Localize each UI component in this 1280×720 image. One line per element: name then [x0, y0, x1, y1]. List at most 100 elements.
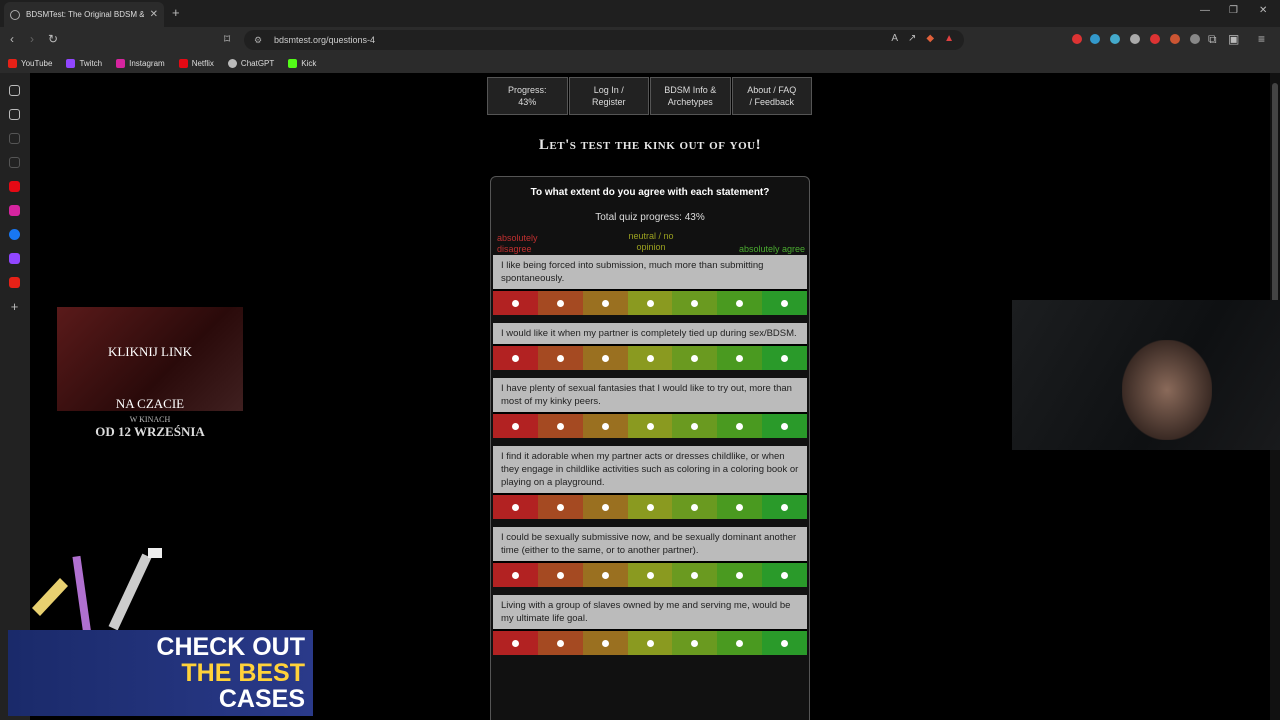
answer-option-3[interactable]: [582, 631, 628, 655]
share-icon[interactable]: ↗: [908, 33, 916, 44]
answer-option-7[interactable]: [762, 414, 808, 438]
history-icon[interactable]: [9, 157, 20, 168]
nav-progress[interactable]: Progress: 43%: [487, 77, 568, 115]
radio-dot-icon: [556, 422, 564, 430]
add-panel-icon[interactable]: +: [9, 300, 20, 313]
sidebar-toggle-icon[interactable]: ▣: [1228, 32, 1239, 46]
extension-icon[interactable]: [1072, 34, 1082, 44]
answer-option-3[interactable]: [582, 414, 628, 438]
bookmark-instagram[interactable]: Instagram: [116, 58, 165, 68]
answer-option-7[interactable]: [762, 631, 808, 655]
answer-option-7[interactable]: [762, 563, 808, 587]
close-window-icon[interactable]: ✕: [1259, 5, 1267, 16]
answer-option-3[interactable]: [582, 291, 628, 315]
answer-option-4[interactable]: [627, 495, 673, 519]
menu-icon[interactable]: ≡: [1258, 32, 1265, 46]
bookmark-netflix[interactable]: Netflix: [178, 58, 214, 68]
answer-option-5[interactable]: [672, 291, 718, 315]
answer-option-3[interactable]: [582, 346, 628, 370]
extensions-icon[interactable]: ⧉: [1208, 32, 1217, 47]
webcam-overlay: [1012, 300, 1280, 450]
statement-text: I find it adorable when my partner acts …: [493, 446, 807, 493]
answer-option-1[interactable]: [493, 495, 538, 519]
new-tab-icon[interactable]: +: [172, 5, 180, 20]
answer-option-5[interactable]: [672, 631, 718, 655]
radio-dot-icon: [556, 354, 564, 362]
brave-shield-icon[interactable]: ◆: [926, 33, 934, 44]
answer-option-2[interactable]: [537, 631, 583, 655]
answer-option-4[interactable]: [627, 291, 673, 315]
answer-option-6[interactable]: [717, 291, 763, 315]
answer-option-4[interactable]: [627, 346, 673, 370]
answer-option-6[interactable]: [717, 631, 763, 655]
answer-option-6[interactable]: [717, 563, 763, 587]
forward-icon[interactable]: ›: [30, 32, 34, 46]
answer-option-1[interactable]: [493, 563, 538, 587]
extension-icon[interactable]: [1110, 34, 1120, 44]
netflix-icon: [178, 58, 188, 68]
answer-option-2[interactable]: [537, 495, 583, 519]
nav-login-register[interactable]: Log In / Register: [568, 77, 649, 115]
answer-option-5[interactable]: [672, 346, 718, 370]
extension-icon[interactable]: [1190, 34, 1200, 44]
answer-option-5[interactable]: [672, 563, 718, 587]
instagram-icon[interactable]: [9, 205, 20, 216]
close-tab-icon[interactable]: ✕: [150, 9, 158, 20]
answer-option-3[interactable]: [582, 563, 628, 587]
statement-text: I like being forced into submission, muc…: [493, 255, 807, 289]
answer-option-5[interactable]: [672, 495, 718, 519]
twitch-icon[interactable]: [9, 253, 20, 264]
answer-option-1[interactable]: [493, 291, 538, 315]
reload-icon[interactable]: ↻: [48, 32, 58, 46]
back-icon[interactable]: ‹: [10, 32, 14, 46]
answer-option-4[interactable]: [627, 631, 673, 655]
brave-rewards-icon[interactable]: ▲: [944, 33, 954, 44]
statement-text: I could be sexually submissive now, and …: [493, 527, 807, 561]
radio-dot-icon: [781, 422, 789, 430]
radio-dot-icon: [736, 299, 744, 307]
extension-icon[interactable]: [1170, 34, 1180, 44]
restore-icon[interactable]: ❐: [1229, 5, 1238, 16]
answer-option-2[interactable]: [537, 291, 583, 315]
facebook-icon[interactable]: [9, 229, 20, 240]
answer-option-5[interactable]: [672, 414, 718, 438]
browser-tab[interactable]: BDSMTest: The Original BDSM & ✕: [4, 2, 164, 27]
scale-neutral-label: neutral / no opinion: [628, 231, 674, 252]
answer-option-2[interactable]: [537, 346, 583, 370]
answer-option-7[interactable]: [762, 291, 808, 315]
answer-option-1[interactable]: [493, 346, 538, 370]
nav-bdsm-info[interactable]: BDSM Info & Archetypes: [650, 77, 731, 115]
netflix-icon[interactable]: [9, 181, 20, 192]
minimize-icon[interactable]: —: [1200, 5, 1210, 16]
answer-option-7[interactable]: [762, 495, 808, 519]
extension-icon[interactable]: [1150, 34, 1160, 44]
extension-icon[interactable]: [1090, 34, 1100, 44]
bookmark-kick[interactable]: Kick: [288, 58, 316, 68]
answer-option-6[interactable]: [717, 495, 763, 519]
answer-option-1[interactable]: [493, 631, 538, 655]
answer-option-4[interactable]: [627, 414, 673, 438]
bookmark-twitch[interactable]: Twitch: [66, 58, 102, 68]
bookmark-icon[interactable]: ⌑: [224, 32, 230, 46]
reading-list-icon[interactable]: [9, 109, 20, 120]
radio-dot-icon: [691, 639, 699, 647]
answer-option-1[interactable]: [493, 414, 538, 438]
bookmark-youtube[interactable]: YouTube: [8, 58, 52, 68]
answer-option-6[interactable]: [717, 346, 763, 370]
answer-option-3[interactable]: [582, 495, 628, 519]
nav-about-faq[interactable]: About / FAQ / Feedback: [731, 77, 812, 115]
wallet-icon[interactable]: [9, 133, 20, 144]
answer-option-2[interactable]: [537, 563, 583, 587]
answer-option-6[interactable]: [717, 414, 763, 438]
answer-option-4[interactable]: [627, 563, 673, 587]
scrollbar-thumb[interactable]: [1272, 83, 1278, 303]
leo-ai-icon[interactable]: [9, 85, 20, 96]
answer-option-7[interactable]: [762, 346, 808, 370]
extension-icon[interactable]: [1130, 34, 1140, 44]
bookmark-chatgpt[interactable]: ChatGPT: [227, 58, 274, 68]
translate-icon[interactable]: A: [891, 33, 898, 44]
address-bar[interactable]: ⚙ bdsmtest.org/questions-4 A ↗ ◆ ▲: [244, 30, 964, 50]
site-info-icon[interactable]: ⚙: [254, 35, 264, 46]
youtube-icon[interactable]: [9, 277, 20, 288]
answer-option-2[interactable]: [537, 414, 583, 438]
